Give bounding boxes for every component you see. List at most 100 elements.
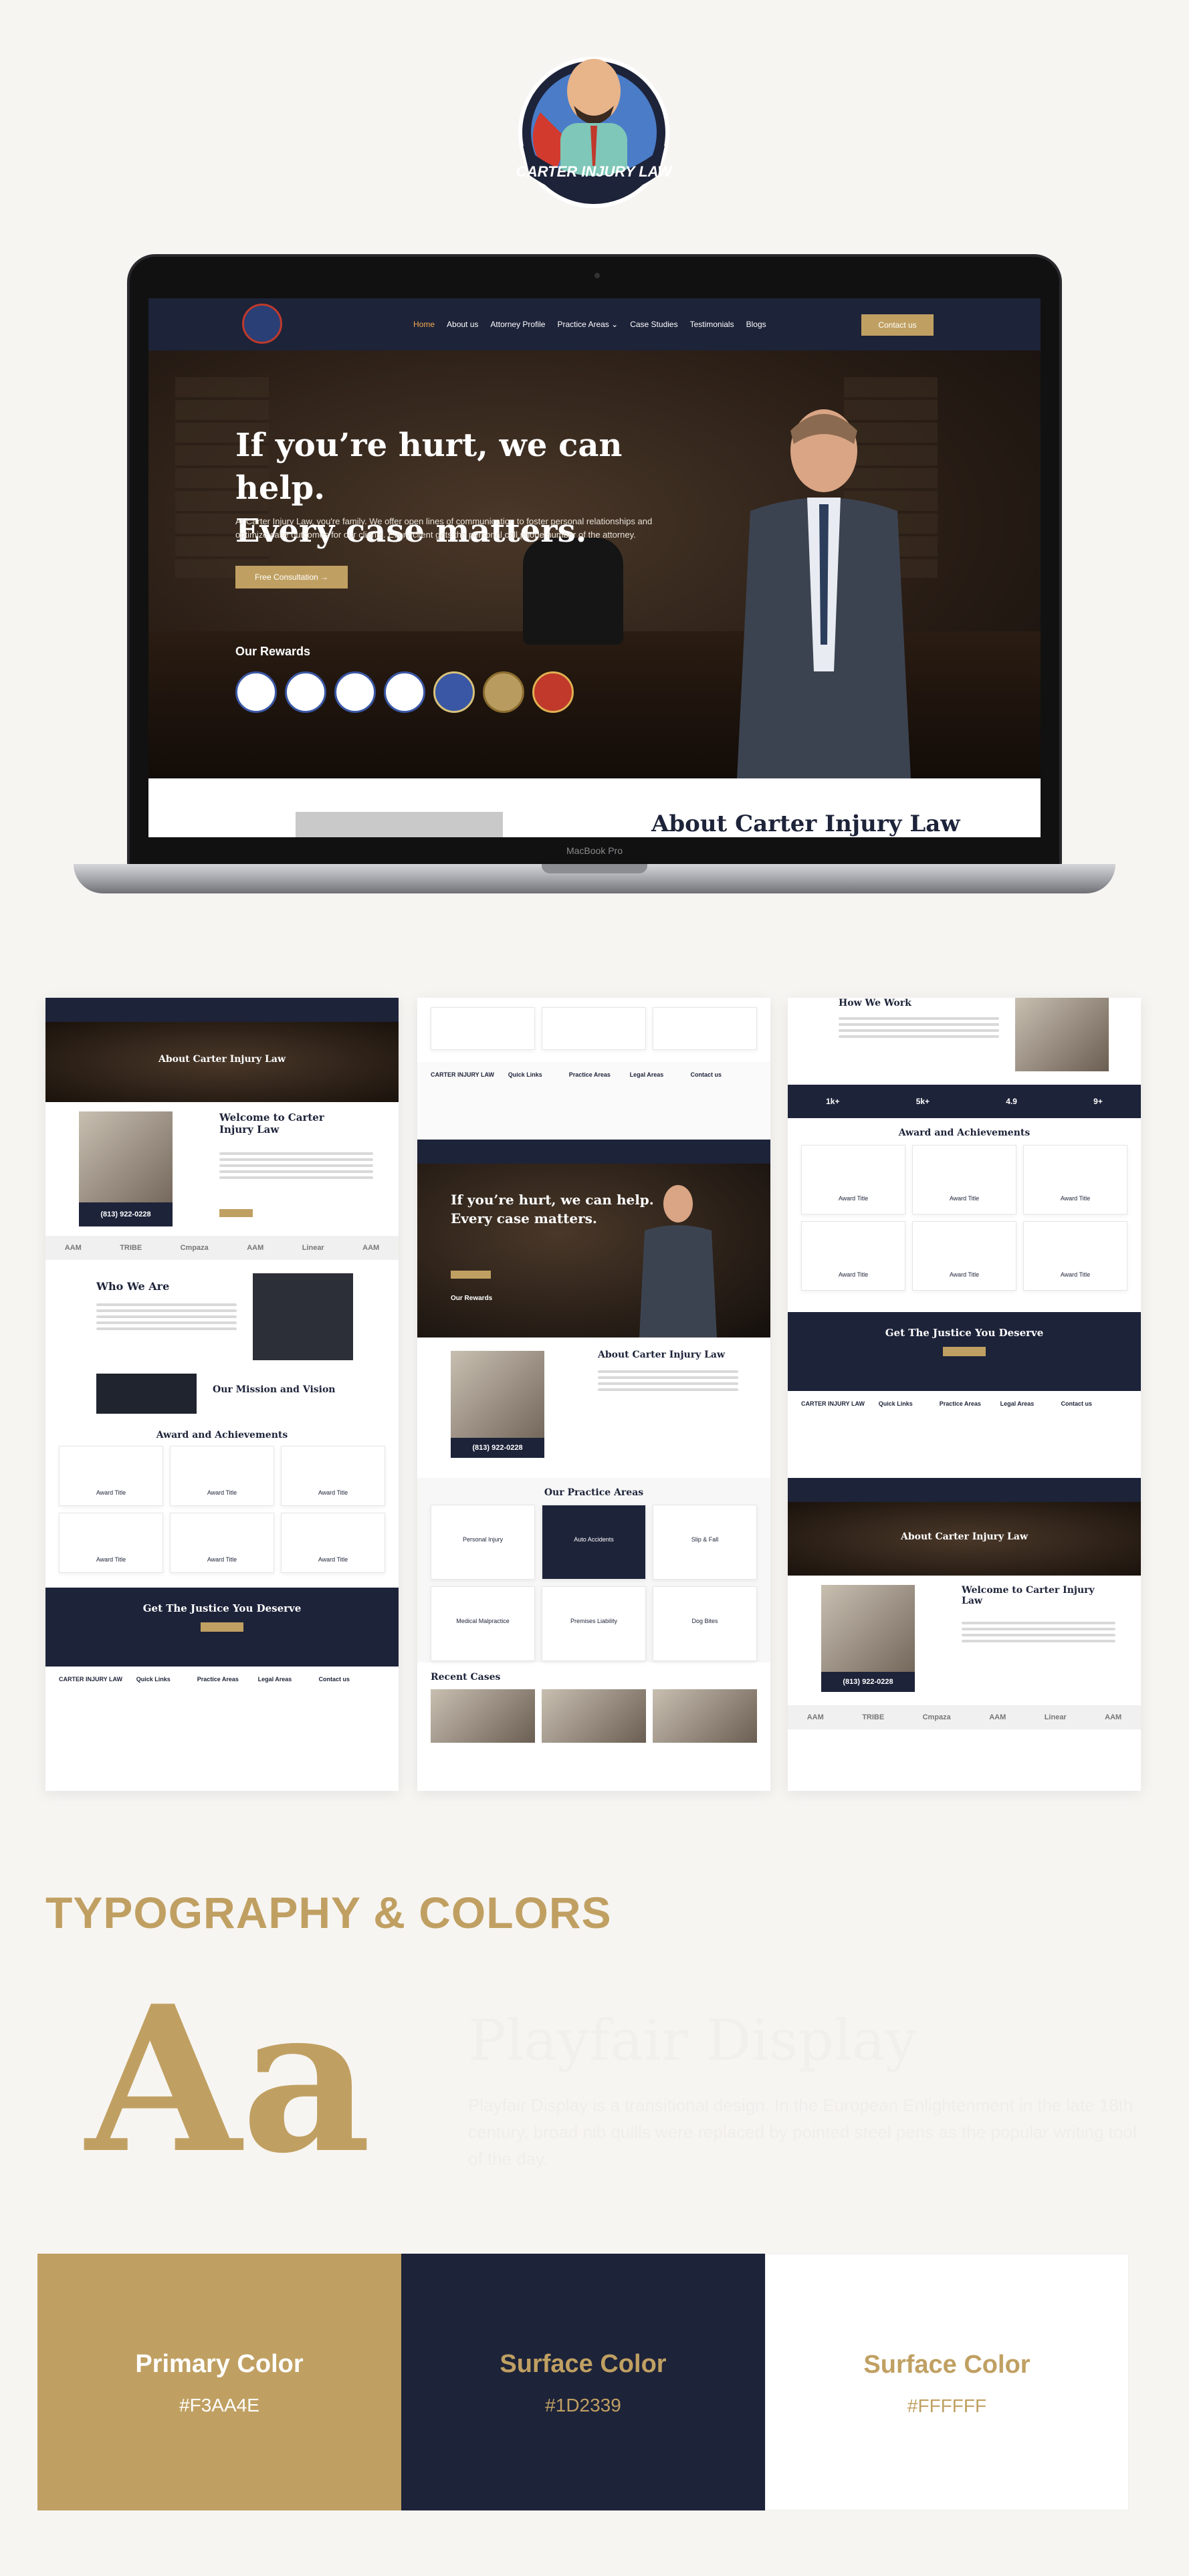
how-photo	[1015, 998, 1109, 1071]
recent-cases-section: Recent Cases	[417, 1662, 770, 1749]
footer-brand: CARTER INJURY LAW	[431, 1071, 495, 1078]
award-card: Award Title	[170, 1446, 274, 1506]
reward-seal	[433, 671, 475, 713]
preview-hero-button[interactable]	[451, 1271, 491, 1279]
swatch-name: Surface Color	[863, 2351, 1031, 2379]
phone-box[interactable]: (813) 922-0228	[451, 1438, 544, 1458]
blog-card[interactable]	[653, 1007, 757, 1050]
preview-nav	[45, 998, 399, 1022]
welcome-section: (813) 922-0228 Welcome to Carter Injury …	[45, 1102, 399, 1236]
camera-dot	[594, 273, 600, 278]
footer-col-title: Legal Areas	[629, 1071, 664, 1078]
stat-value: 9+	[1093, 1097, 1103, 1106]
partner-logo: AAM	[362, 1244, 380, 1252]
partner-logo: TRIBE	[862, 1713, 885, 1721]
stat-value: 5k+	[915, 1097, 930, 1106]
practice-card[interactable]: Personal Injury	[431, 1505, 535, 1580]
image-strip	[296, 812, 503, 837]
nav-link-testimonials[interactable]: Testimonials	[690, 320, 734, 329]
cta-title: Get The Justice You Deserve	[885, 1327, 1044, 1339]
welcome-title: Welcome to Carter Injury Law	[962, 1585, 1095, 1606]
nav-link-home[interactable]: Home	[413, 320, 435, 329]
partner-logo: Cmpaza	[180, 1244, 209, 1252]
laptop-model-label: MacBook Pro	[566, 845, 623, 856]
site-nav: Home About us Attorney Profile Practice …	[148, 298, 1041, 350]
footer-col-title: Quick Links	[508, 1071, 542, 1078]
case-photo[interactable]	[431, 1689, 535, 1743]
footer-col-title: Contact us	[690, 1071, 722, 1078]
reward-badges	[235, 671, 574, 713]
contact-button[interactable]: Contact us	[861, 314, 934, 336]
practice-section: Our Practice Areas Personal Injury Auto …	[417, 1478, 770, 1662]
case-photo[interactable]	[653, 1689, 757, 1743]
partner-logo: Cmpaza	[922, 1713, 951, 1721]
cta-button[interactable]	[201, 1622, 243, 1632]
swatch-hex: #1D2339	[545, 2395, 621, 2416]
footer-col-title: Quick Links	[878, 1400, 913, 1407]
nav-link-about[interactable]: About us	[447, 320, 478, 329]
rewards-title: Our Rewards	[235, 645, 311, 658]
reward-seal	[532, 671, 574, 713]
stats-bar: 1k+ 5k+ 4.9 9+	[788, 1085, 1141, 1118]
how-we-work-section: How We Work	[788, 998, 1141, 1085]
practice-card[interactable]: Auto Accidents	[542, 1505, 646, 1580]
footer-brand: CARTER INJURY LAW	[59, 1676, 123, 1683]
award-card: Award Title	[59, 1446, 163, 1506]
nav-link-attorney[interactable]: Attorney Profile	[490, 320, 545, 329]
hero-section: If you’re hurt, we can help. Every case …	[148, 350, 1041, 778]
welcome-button[interactable]	[219, 1209, 253, 1217]
banner-title: About Carter Injury Law	[900, 1531, 1029, 1542]
mission-photo	[96, 1374, 197, 1414]
color-swatch-primary: Primary Color #F3AA4E	[37, 2254, 401, 2510]
laptop-screen: Home About us Attorney Profile Practice …	[148, 298, 1041, 837]
blog-card[interactable]	[542, 1007, 646, 1050]
partner-logo: AAM	[247, 1244, 264, 1252]
case-photo[interactable]	[542, 1689, 646, 1743]
footer-col-title: Contact us	[318, 1676, 350, 1683]
blog-cards	[417, 998, 770, 1062]
blog-card[interactable]	[431, 1007, 535, 1050]
reward-badge	[285, 671, 326, 713]
phone-box[interactable]: (813) 922-0228	[79, 1202, 173, 1226]
partner-logo: Linear	[1044, 1713, 1067, 1721]
nav-link-practice[interactable]: Practice Areas ⌄	[557, 320, 618, 329]
nav-link-cases[interactable]: Case Studies	[630, 320, 677, 329]
footer-col-title: Legal Areas	[257, 1676, 292, 1683]
nav-logo[interactable]	[242, 304, 282, 344]
how-title: How We Work	[839, 998, 911, 1008]
preview-banner: About Carter Injury Law	[788, 1502, 1141, 1576]
welcome-title: Welcome to Carter Injury Law	[219, 1111, 324, 1136]
laptop-lid: Home About us Attorney Profile Practice …	[127, 254, 1062, 869]
stat-value: 1k+	[826, 1097, 840, 1106]
preview-hero: If you’re hurt, we can help. Every case …	[417, 1164, 770, 1337]
attorney-photo	[737, 409, 911, 778]
award-card: Award Title	[281, 1446, 385, 1506]
home-page-preview: CARTER INJURY LAW Quick Links Practice A…	[417, 998, 770, 1791]
site-footer: CARTER INJURY LAW Quick Links Practice A…	[417, 1062, 770, 1140]
nav-link-blogs[interactable]: Blogs	[746, 320, 766, 329]
about-title: About Carter Injury Law	[651, 811, 960, 837]
practice-card[interactable]: Premises Liability	[542, 1586, 646, 1661]
preview-hero-headline-line2: Every case matters.	[451, 1210, 597, 1226]
brand-logo: CARTER INJURY LAW	[494, 32, 694, 213]
practice-card[interactable]: Slip & Fall	[653, 1505, 757, 1580]
phone-box[interactable]: (813) 922-0228	[821, 1672, 915, 1692]
free-consultation-button[interactable]: Free Consultation →	[235, 566, 348, 588]
reward-badge	[384, 671, 425, 713]
practice-card[interactable]: Dog Bites	[653, 1586, 757, 1661]
partner-logos: AAM TRIBE Cmpaza AAM Linear AAM	[45, 1236, 399, 1260]
font-description: Playfair Display is a transitional desig…	[468, 2095, 1137, 2169]
hero-headline-line1: If you’re hurt, we can help.	[235, 427, 623, 507]
practice-card[interactable]: Medical Malpractice	[431, 1586, 535, 1661]
about-page-preview: About Carter Injury Law (813) 922-0228 W…	[45, 998, 399, 1791]
award-card: Award Title	[912, 1221, 1016, 1291]
footer-col-title: Practice Areas	[939, 1400, 981, 1407]
welcome-text	[219, 1149, 373, 1182]
footer-col-title: Quick Links	[136, 1676, 171, 1683]
award-card: Award Title	[801, 1145, 905, 1214]
cta-button[interactable]	[943, 1347, 986, 1356]
site-footer: CARTER INJURY LAW Quick Links Practice A…	[45, 1667, 399, 1696]
award-card: Award Title	[1023, 1145, 1127, 1214]
reward-badge	[334, 671, 376, 713]
award-card: Award Title	[281, 1513, 385, 1573]
